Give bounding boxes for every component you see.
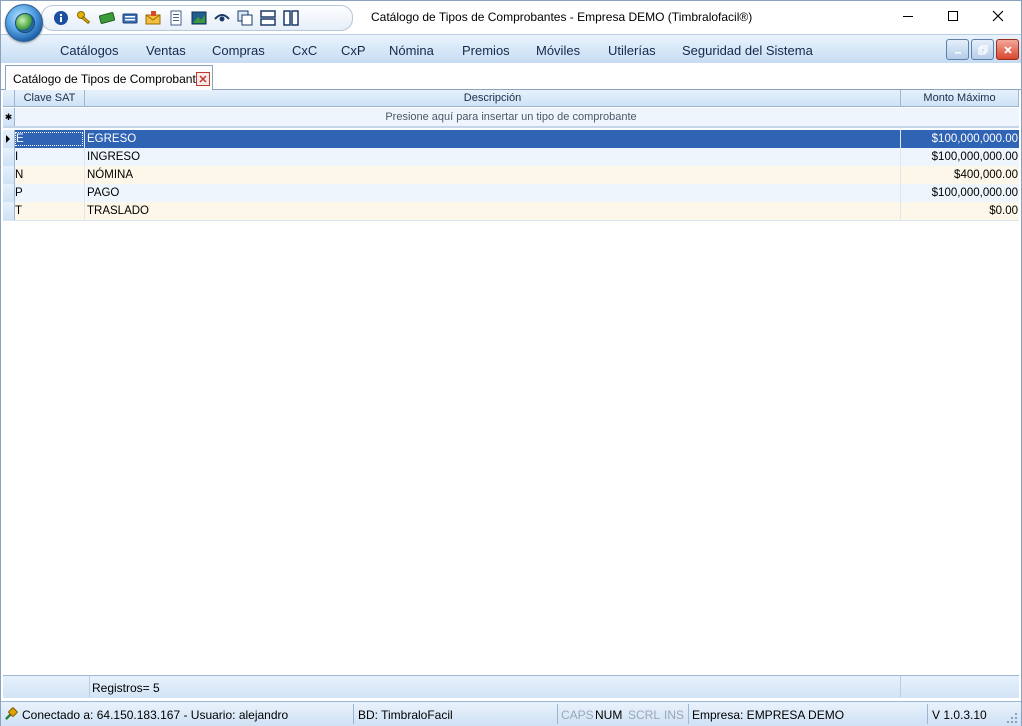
key-icon[interactable] <box>75 10 92 27</box>
window-title: Catálogo de Tipos de Comprobantes - Empr… <box>371 10 753 24</box>
minimize-icon <box>954 51 961 53</box>
status-scrl: SCRL <box>628 708 661 722</box>
status-num: NUM <box>595 708 623 722</box>
record-count: Registros= 5 <box>92 681 160 695</box>
image-icon[interactable] <box>190 10 207 27</box>
menu-cxp[interactable]: CxP <box>341 43 366 58</box>
child-close-button[interactable] <box>996 39 1019 60</box>
tab-label: Catálogo de Tipos de Comprobantes <box>13 72 209 86</box>
cell-clave[interactable]: E <box>15 132 83 146</box>
money-icon[interactable] <box>98 10 115 27</box>
cell-monto[interactable]: $0.00 <box>901 205 1018 217</box>
quick-access-toolbar <box>41 5 353 31</box>
menu-moviles[interactable]: Móviles <box>536 43 580 58</box>
cell-descripcion[interactable]: PAGO <box>87 187 897 199</box>
menu-catalogos[interactable]: Catálogos <box>60 43 119 58</box>
menu-cxc[interactable]: CxC <box>292 43 317 58</box>
menu-premios[interactable]: Premios <box>462 43 510 58</box>
table-row[interactable]: T TRASLADO $0.00 <box>3 202 1019 221</box>
row-indicator <box>3 202 15 220</box>
cell-monto[interactable]: $400,000.00 <box>901 169 1018 181</box>
status-bar: Conectado a: 64.150.183.167 - Usuario: a… <box>1 701 1021 726</box>
tab-catalogo-tipos-comprobantes[interactable]: Catálogo de Tipos de Comprobantes <box>5 65 213 90</box>
keyboard-icon[interactable] <box>121 10 138 27</box>
cell-monto[interactable]: $100,000,000.00 <box>901 133 1018 145</box>
eye-icon[interactable] <box>213 10 230 27</box>
table-row[interactable]: P PAGO $100,000,000.00 <box>3 184 1019 203</box>
cell-descripcion[interactable]: NÓMINA <box>87 169 897 181</box>
new-row-prompt: Presione aquí para insertar un tipo de c… <box>385 111 637 123</box>
column-header-clave-sat[interactable]: Clave SAT <box>15 90 85 107</box>
record-count-cell: Registros= 5 <box>89 676 901 697</box>
cell-clave[interactable]: N <box>15 169 83 181</box>
child-restore-button[interactable] <box>971 39 994 60</box>
status-database: BD: TimbraloFacil <box>358 708 453 722</box>
connection-plug-icon <box>5 707 18 720</box>
status-connection: Conectado a: 64.150.183.167 - Usuario: a… <box>22 708 289 722</box>
table-row[interactable]: N NÓMINA $400,000.00 <box>3 166 1019 185</box>
status-version: V 1.0.3.10 <box>932 708 987 722</box>
minimize-button[interactable] <box>885 1 931 31</box>
cell-descripcion[interactable]: EGRESO <box>87 133 897 145</box>
menu-ventas[interactable]: Ventas <box>146 43 186 58</box>
cell-clave[interactable]: P <box>15 187 83 199</box>
close-icon <box>1003 45 1012 54</box>
tile-vertical-icon[interactable] <box>282 10 299 27</box>
cell-monto[interactable]: $100,000,000.00 <box>901 187 1018 199</box>
cell-descripcion[interactable]: TRASLADO <box>87 205 897 217</box>
info-icon[interactable] <box>52 10 69 27</box>
status-caps: CAPS <box>561 708 594 722</box>
app-orb-icon[interactable] <box>5 4 43 42</box>
menu-bar: Catálogos Ventas Compras CxC CxP Nómina … <box>1 34 1021 64</box>
column-header-monto-maximo[interactable]: Monto Máximo <box>901 90 1019 107</box>
title-bar: Catálogo de Tipos de Comprobantes - Empr… <box>1 1 1021 42</box>
tile-horizontal-icon[interactable] <box>259 10 276 27</box>
row-indicator <box>3 148 15 166</box>
menu-compras[interactable]: Compras <box>212 43 265 58</box>
mail-icon[interactable] <box>144 10 161 27</box>
table-row[interactable]: E EGRESO $100,000,000.00 <box>3 130 1019 149</box>
close-icon <box>992 10 1004 22</box>
restore-icon <box>977 44 988 55</box>
minimize-icon <box>903 16 913 17</box>
current-row-arrow-icon <box>6 135 10 143</box>
tab-close-button[interactable] <box>196 72 210 86</box>
cell-descripcion[interactable]: INGRESO <box>87 151 897 163</box>
row-indicator <box>3 166 15 184</box>
document-icon[interactable] <box>167 10 184 27</box>
status-company: Empresa: EMPRESA DEMO <box>692 708 845 722</box>
row-indicator <box>3 184 15 202</box>
resize-grip-icon[interactable] <box>1006 712 1018 724</box>
cascade-windows-icon[interactable] <box>236 10 253 27</box>
app-window: Catálogo de Tipos de Comprobantes - Empr… <box>0 0 1022 726</box>
column-header-descripcion[interactable]: Descripción <box>85 90 901 107</box>
cell-clave[interactable]: I <box>15 151 83 163</box>
maximize-icon <box>948 11 958 21</box>
data-grid: Clave SAT Descripción Monto Máximo ✱ Pre… <box>3 90 1019 674</box>
table-row[interactable]: I INGRESO $100,000,000.00 <box>3 148 1019 167</box>
status-ins: INS <box>664 708 685 722</box>
document-tab-strip: Catálogo de Tipos de Comprobantes <box>1 63 1021 90</box>
child-minimize-button[interactable] <box>946 39 969 60</box>
row-indicator <box>3 130 15 148</box>
cell-clave[interactable]: T <box>15 205 83 217</box>
new-row[interactable]: ✱ Presione aquí para insertar un tipo de… <box>3 108 1019 128</box>
row-indicator-header <box>3 90 15 107</box>
menu-utilerias[interactable]: Utilerías <box>608 43 656 58</box>
maximize-button[interactable] <box>930 1 976 31</box>
menu-nomina[interactable]: Nómina <box>389 43 434 58</box>
cell-monto[interactable]: $100,000,000.00 <box>901 151 1018 163</box>
close-button[interactable] <box>975 1 1021 31</box>
menu-seguridad[interactable]: Seguridad del Sistema <box>682 43 813 58</box>
close-icon <box>199 75 207 83</box>
grid-footer: Registros= 5 <box>3 675 1019 698</box>
